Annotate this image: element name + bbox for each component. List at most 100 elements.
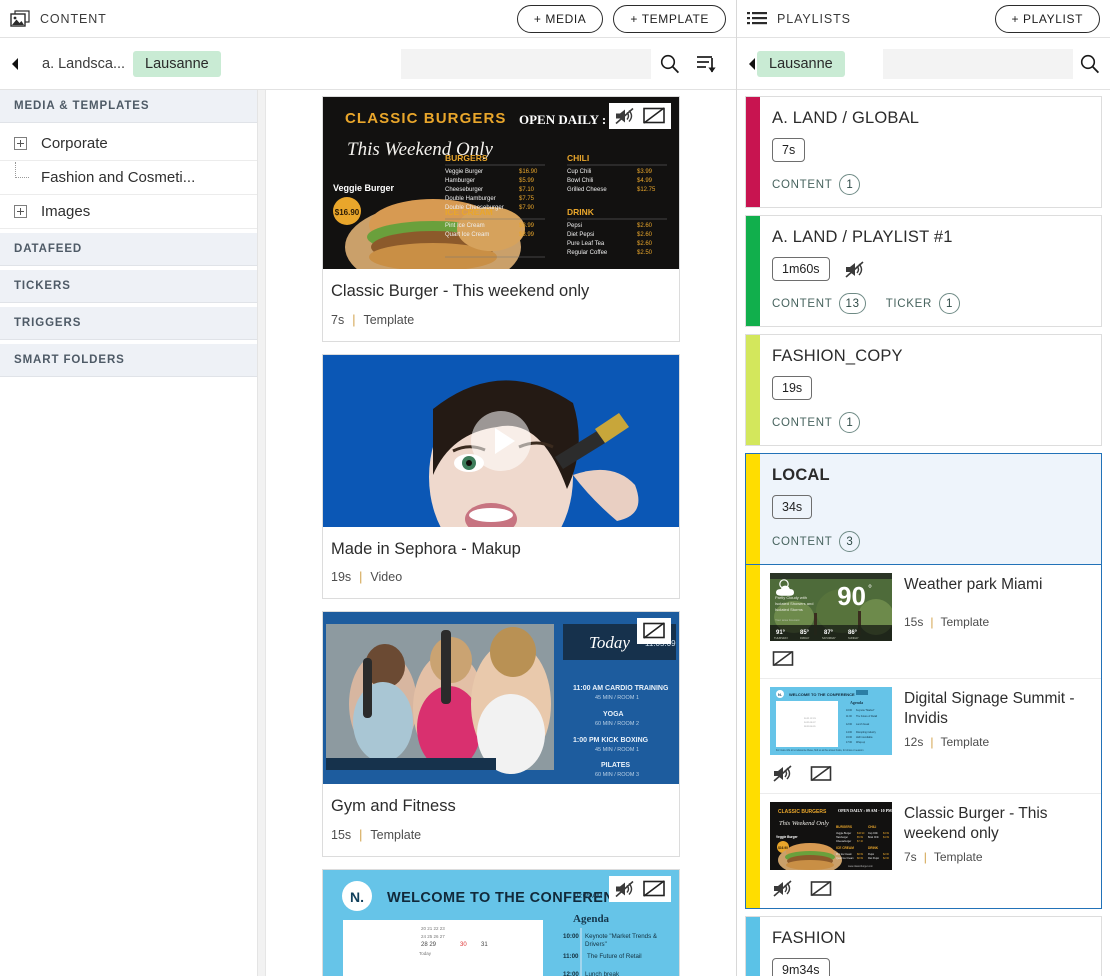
- svg-text:$2.60: $2.60: [637, 232, 653, 238]
- playlists-breadcrumb-current[interactable]: Lausanne: [757, 50, 845, 77]
- tree-branch-icon: [14, 162, 29, 184]
- screen-off-icon[interactable]: [642, 106, 666, 126]
- content-search-input[interactable]: [400, 48, 651, 79]
- svg-text:Isolated Storms: Isolated Storms: [775, 607, 803, 612]
- add-media-button[interactable]: + MEDIA: [516, 4, 604, 33]
- back-arrow-icon[interactable]: [10, 57, 36, 71]
- ticker-counter-value: 1: [939, 293, 961, 314]
- card-thumbnail: [323, 354, 679, 527]
- content-counter-value: 1: [839, 174, 861, 195]
- playlist-item-subtitle: 12s | Template: [904, 735, 1093, 749]
- search-icon[interactable]: [1079, 53, 1100, 74]
- tree-section-smart-folders[interactable]: SMART FOLDERS: [0, 344, 257, 377]
- svg-text:$7.10: $7.10: [857, 840, 864, 843]
- video-play-overlay[interactable]: [471, 410, 531, 471]
- svg-text:Wrap-up: Wrap-up: [856, 741, 866, 744]
- tree-section-triggers[interactable]: TRIGGERS: [0, 307, 257, 340]
- playlists-toolbar-icons: [1079, 53, 1110, 74]
- breadcrumb-parent[interactable]: a. Landsca...: [42, 56, 125, 72]
- playlist-item[interactable]: CLASSIC BURGERS This Weekend Only OPEN D…: [760, 794, 1101, 908]
- content-list-scrollbar[interactable]: [258, 90, 266, 976]
- playlist-item[interactable]: N. WELCOME TO THE CONFERENCE For more in…: [760, 679, 1101, 794]
- svg-text:THURSDAY: THURSDAY: [774, 636, 788, 640]
- playlist-card[interactable]: FASHION_COPY 19s CONTENT 1: [745, 334, 1102, 446]
- content-card[interactable]: CLASSIC BURGERS This Weekend Only OPEN D…: [322, 96, 680, 342]
- mute-icon[interactable]: [772, 879, 794, 898]
- svg-text:Keynote "Market Trends &: Keynote "Market Trends &: [585, 933, 658, 940]
- svg-text:Diet Pepsi: Diet Pepsi: [868, 857, 879, 860]
- tree-item-fashion-and-cosmetics[interactable]: Fashion and Cosmeti...: [0, 161, 257, 195]
- content-card[interactable]: Today 11:05:09 11:00 AM CARDIO TRAINING …: [322, 611, 680, 857]
- svg-text:24 25 26 27: 24 25 26 27: [421, 934, 445, 939]
- card-meta: Classic Burger - This weekend only 7s | …: [323, 269, 679, 341]
- screen-off-icon[interactable]: [642, 621, 666, 641]
- tree-section-media-and-templates[interactable]: MEDIA & TEMPLATES: [0, 90, 257, 123]
- screen-off-icon[interactable]: [810, 879, 832, 898]
- card-separator: |: [359, 827, 363, 842]
- playlist-item-info: Digital Signage Summit - Invidis 12s | T…: [904, 687, 1093, 755]
- playlist-card-selected[interactable]: LOCAL 34s CONTENT 3: [745, 453, 1102, 565]
- card-separator: |: [352, 312, 356, 327]
- svg-text:WELCOME TO THE CONFERENCE: WELCOME TO THE CONFERENCE: [789, 692, 855, 697]
- content-card[interactable]: Made in Sephora - Makup 19s | Video: [322, 353, 680, 600]
- playlists-panel-header: PLAYLISTS + PLAYLIST: [737, 0, 1110, 38]
- mute-icon[interactable]: [614, 879, 636, 899]
- screen-off-icon[interactable]: [810, 764, 832, 783]
- tree-item-label: Corporate: [41, 135, 108, 152]
- tree-section-tickers[interactable]: TICKERS: [0, 270, 257, 303]
- add-template-button[interactable]: + TEMPLATE: [613, 4, 726, 33]
- playlist-item-info: Classic Burger - This weekend only 7s | …: [904, 802, 1093, 870]
- back-arrow-icon[interactable]: [747, 57, 757, 71]
- card-meta: Made in Sephora - Makup 19s | Video: [323, 527, 679, 599]
- svg-text:$16.90: $16.90: [778, 846, 788, 850]
- mute-icon[interactable]: [844, 260, 866, 279]
- svg-text:$2.60: $2.60: [637, 223, 653, 229]
- playlist-item[interactable]: 90 ° Partly Cloudy with Isolated Showers…: [760, 565, 1101, 679]
- svg-text:www.classicburger.com: www.classicburger.com: [848, 865, 873, 868]
- svg-text:$2.60: $2.60: [637, 241, 653, 247]
- svg-text:Grilled Cheese: Grilled Cheese: [567, 187, 607, 193]
- svg-text:$5.99: $5.99: [519, 178, 535, 184]
- screen-off-icon[interactable]: [642, 879, 666, 899]
- expander-plus-icon[interactable]: [14, 137, 27, 150]
- playlist-item-separator: |: [930, 615, 934, 630]
- svg-text:$16.90: $16.90: [335, 208, 360, 217]
- search-icon[interactable]: [659, 53, 680, 74]
- svg-text:1:00 PM KICK BOXING: 1:00 PM KICK BOXING: [573, 737, 649, 744]
- tree-item-images[interactable]: Images: [0, 195, 257, 229]
- svg-text:CLASSIC BURGERS: CLASSIC BURGERS: [345, 110, 507, 127]
- breadcrumb-current[interactable]: Lausanne: [133, 50, 221, 77]
- svg-text:LED roundtable: LED roundtable: [856, 736, 873, 739]
- svg-text:Veggie Burger: Veggie Burger: [836, 832, 851, 835]
- playlist-card[interactable]: FASHION 9m34s CONTENT 42: [745, 916, 1102, 976]
- sort-descending-icon[interactable]: [696, 53, 718, 74]
- svg-text:OPEN DAILY : 09 AM - 10 PM: OPEN DAILY : 09 AM - 10 PM: [838, 808, 892, 813]
- svg-text:°: °: [868, 584, 872, 595]
- playlists-search-input[interactable]: [882, 48, 1073, 79]
- svg-text:BURGERS: BURGERS: [445, 153, 488, 163]
- content-counter-value: 1: [839, 412, 861, 433]
- add-playlist-button[interactable]: + PLAYLIST: [994, 4, 1100, 33]
- content-card[interactable]: N. WELCOME TO THE CONFERENCE 10:05 AM | …: [322, 868, 680, 976]
- svg-text:For more info or to reference: For more info or to reference these, fin…: [776, 749, 864, 752]
- svg-text:Bowl Chili: Bowl Chili: [868, 836, 879, 839]
- svg-text:12:00: 12:00: [563, 971, 579, 976]
- playlist-card[interactable]: A. LAND / GLOBAL 7s CONTENT 1: [745, 96, 1102, 208]
- svg-text:Cup Chili: Cup Chili: [567, 169, 591, 175]
- screen-off-icon[interactable]: [772, 650, 794, 668]
- playlist-card[interactable]: A. LAND / PLAYLIST #1 1m60s CONTENT 13 T…: [745, 215, 1102, 327]
- playlist-item-thumbnail: 90 ° Partly Cloudy with Isolated Showers…: [770, 573, 892, 641]
- svg-text:$3.99: $3.99: [637, 169, 653, 175]
- svg-text:$7.10: $7.10: [519, 187, 535, 193]
- svg-text:Pepsi: Pepsi: [868, 853, 874, 856]
- svg-text:20 21 22 23: 20 21 22 23: [421, 926, 445, 931]
- playlist-item-icons: [770, 870, 1093, 900]
- playlist-item-title: Digital Signage Summit - Invidis: [904, 690, 1075, 728]
- tree-section-datafeed[interactable]: DATAFEED: [0, 233, 257, 266]
- tree-item-corporate[interactable]: Corporate: [0, 127, 257, 161]
- mute-icon[interactable]: [772, 764, 794, 783]
- svg-text:$8.99: $8.99: [519, 223, 535, 229]
- mute-icon[interactable]: [614, 106, 636, 126]
- svg-text:CHILI: CHILI: [567, 153, 589, 163]
- expander-plus-icon[interactable]: [14, 205, 27, 218]
